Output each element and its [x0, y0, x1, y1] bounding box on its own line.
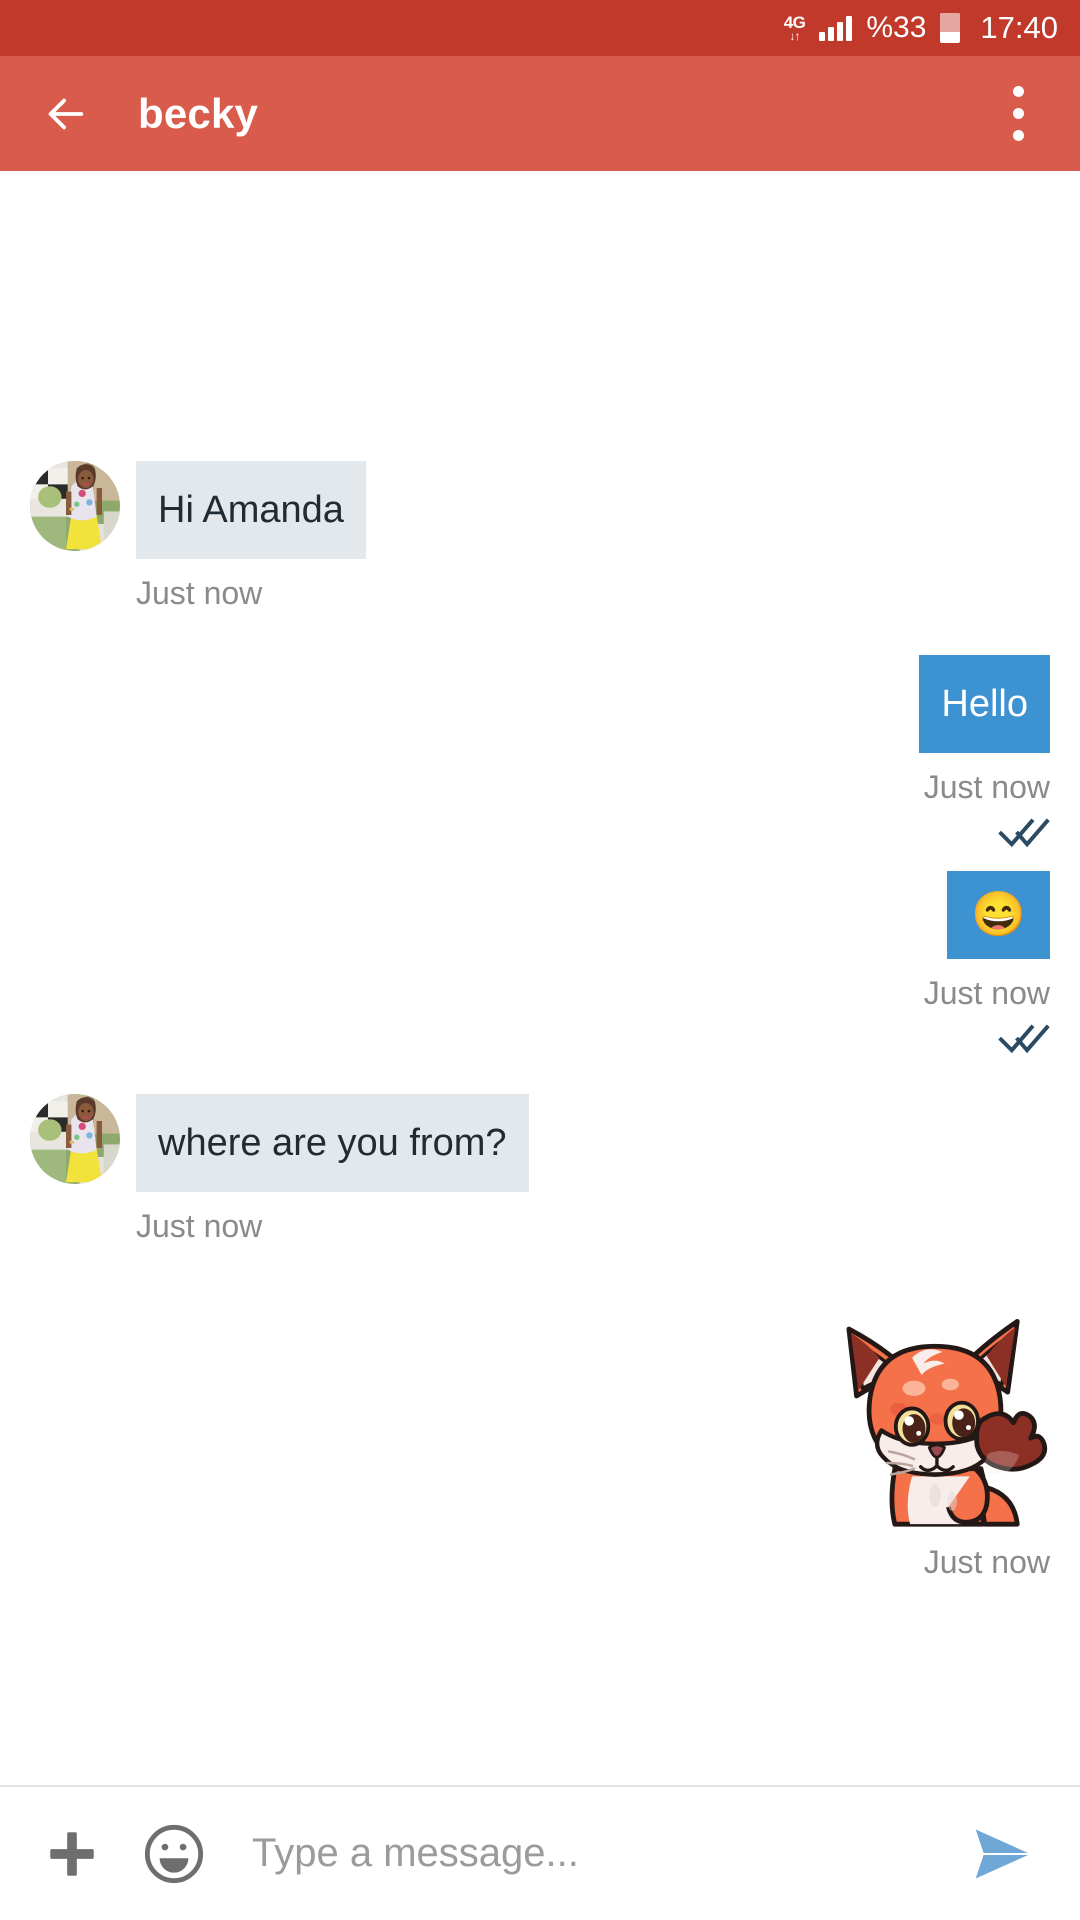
back-arrow-icon	[48, 98, 84, 129]
message-list[interactable]: Hi Amanda Just now Hello Just now 😄 Just…	[0, 171, 1080, 1785]
message-row-outgoing[interactable]: Just now	[0, 1308, 1050, 1578]
message-timestamp: Just now	[136, 1208, 263, 1244]
sticker[interactable]	[820, 1308, 1050, 1528]
send-paper-plane-icon	[975, 1828, 1031, 1879]
waving-fox-sticker-icon	[846, 1319, 1048, 1527]
message-timestamp: Just now	[923, 1544, 1050, 1580]
overflow-menu-icon	[1012, 86, 1024, 97]
message-input-bar	[0, 1785, 1080, 1920]
status-bar-clock: 17:40	[980, 10, 1058, 45]
message-row-incoming[interactable]: Hi Amanda Just now	[30, 461, 1080, 609]
message-row-incoming[interactable]: where are you from? Just now	[30, 1094, 1080, 1242]
chat-screen: 4G ↓↑ %33 17:40 becky Hi Amanda Just now…	[0, 0, 1080, 1920]
send-button[interactable]	[954, 1805, 1052, 1903]
double-check-read-icon	[998, 1024, 1050, 1054]
battery-percent-label: %33	[866, 11, 927, 44]
message-bubble[interactable]: Hello	[919, 655, 1050, 753]
status-bar: 4G ↓↑ %33 17:40	[0, 0, 1080, 56]
read-receipt	[998, 1021, 1050, 1055]
emoji-face-icon	[144, 1824, 204, 1883]
network-type-icon: 4G ↓↑	[784, 14, 806, 42]
data-transfer-arrows-icon: ↓↑	[789, 29, 801, 43]
message-timestamp: Just now	[136, 575, 263, 611]
message-timestamp: Just now	[923, 975, 1050, 1011]
emoji-button[interactable]	[130, 1810, 218, 1898]
message-bubble[interactable]: Hi Amanda	[136, 461, 366, 559]
app-toolbar: becky	[0, 56, 1080, 171]
message-row-outgoing[interactable]: Hello Just now	[0, 655, 1050, 849]
back-button[interactable]	[30, 78, 102, 150]
message-bubble[interactable]: where are you from?	[136, 1094, 529, 1192]
message-content: Just now	[820, 1308, 1050, 1578]
message-bubble[interactable]: 😄	[947, 871, 1050, 959]
message-content: 😄 Just now	[924, 871, 1050, 1055]
message-timestamp: Just now	[923, 769, 1050, 805]
page-title: becky	[138, 89, 259, 137]
avatar[interactable]	[30, 1094, 120, 1184]
attach-button[interactable]	[28, 1810, 116, 1898]
message-content: where are you from? Just now	[136, 1094, 529, 1242]
grinning-face-with-smiling-eyes-icon: 😄	[971, 890, 1026, 939]
overflow-menu-icon	[1012, 108, 1024, 119]
battery-icon	[940, 13, 961, 43]
message-content: Hi Amanda Just now	[136, 461, 366, 609]
double-check-read-icon	[998, 818, 1050, 848]
contact-avatar-photo	[30, 461, 120, 551]
message-input[interactable]	[252, 1831, 954, 1876]
signal-bars-icon	[819, 15, 853, 41]
plus-attach-icon	[50, 1831, 94, 1876]
read-receipt	[998, 815, 1050, 849]
avatar[interactable]	[30, 461, 120, 551]
contact-avatar-photo	[30, 1094, 120, 1184]
overflow-menu-button[interactable]	[988, 74, 1048, 154]
overflow-menu-icon	[1012, 130, 1024, 141]
message-row-outgoing[interactable]: 😄 Just now	[0, 871, 1050, 1055]
message-content: Hello Just now	[919, 655, 1050, 849]
status-bar-icons: 4G ↓↑ %33 17:40	[784, 10, 1058, 46]
